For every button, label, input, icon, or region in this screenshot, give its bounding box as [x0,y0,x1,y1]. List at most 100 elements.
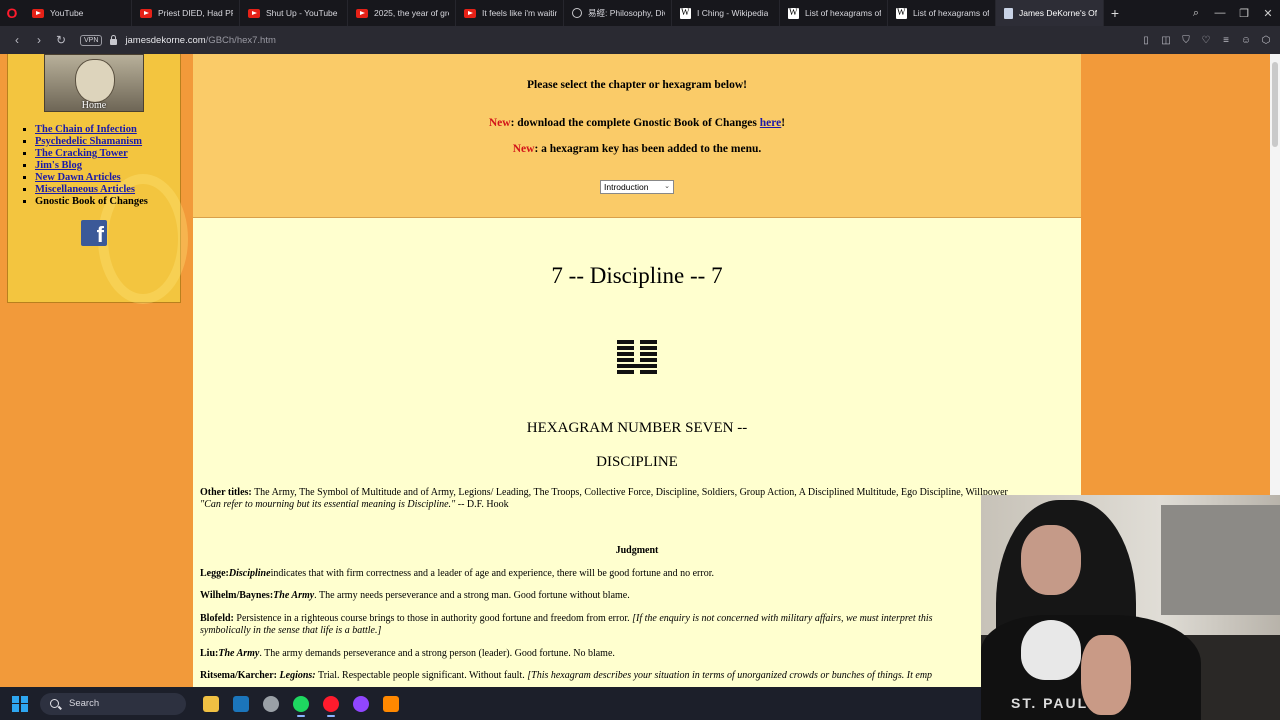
youtube-icon [356,8,368,18]
sidebar-item[interactable]: Miscellaneous Articles [35,184,148,196]
windows-taskbar: Search [0,687,981,720]
browser-tab[interactable]: 2025, the year of great le [348,0,456,26]
legge-source: Legge: [200,568,229,579]
lock-icon[interactable] [110,34,118,45]
youtube-icon [32,8,44,18]
tab-title: YouTube [50,8,84,18]
download-here-link[interactable]: here [760,117,782,129]
minimize-icon[interactable]: — [1208,7,1232,19]
opera-icon[interactable] [316,690,346,718]
legge-text: indicates that with firm correctness and… [270,568,714,579]
sidebar-toggle-icon[interactable]: ▯ [1140,35,1152,46]
hook-quote-line: "Can refer to mourning but its essential… [200,499,1078,511]
address-bar: ‹ › ↻ VPN jamesdekorne.com/GBCh/hex7.htm… [0,26,1280,54]
blofeld-note-continued: symbolically in the sense that life is a… [200,625,1078,637]
extensions-icon[interactable]: ⬡ [1260,35,1272,46]
back-icon[interactable]: ‹ [6,33,28,47]
vlc-icon[interactable] [376,690,406,718]
snapshot-icon[interactable]: ◫ [1160,35,1172,46]
opera-menu-icon[interactable]: O [0,0,24,26]
windows-start-icon[interactable] [12,695,28,712]
facebook-icon[interactable]: f [81,220,107,246]
browser-tab[interactable]: I Ching - Wikipedia [672,0,780,26]
liu-source: Liu: [200,648,219,659]
broken-line [617,370,657,374]
file-explorer-icon[interactable] [196,690,226,718]
browser-tab[interactable]: YouTube [24,0,132,26]
skull-graphic-icon [1021,620,1081,680]
youtube-icon [464,8,476,18]
tab-title: List of hexagrams of the [913,8,989,18]
solid-line [617,364,657,368]
download-end: ! [781,117,786,129]
blofeld-note-2: symbolically in the sense that life is a… [200,625,382,636]
legge-title: Discipline [228,568,271,579]
window-controls: ⌕ — ❐ ✕ [1184,0,1280,26]
ritsema-text: Trial. Respectable people significant. W… [315,670,528,681]
sidebar-link[interactable]: Psychedelic Shamanism [35,136,142,147]
wikipedia-icon [680,7,691,19]
ritsema-title: Legions: [279,670,316,681]
browser-tab[interactable]: List of hexagrams of the [780,0,888,26]
chrome-icon[interactable] [256,690,286,718]
spotify-icon[interactable] [286,690,316,718]
search-tabs-icon[interactable]: ⌕ [1184,7,1208,20]
wilhelm-paragraph: Wilhelm/Baynes:The Army. The army needs … [200,590,1078,602]
shield-icon[interactable]: ⛉ [1180,35,1192,46]
steam-icon[interactable] [226,690,256,718]
sidebar-item[interactable]: New Dawn Articles [35,172,148,184]
sidebar-item[interactable]: The Cracking Tower [35,148,148,160]
sidebar-link[interactable]: New Dawn Articles [35,172,121,183]
broken-line [617,340,657,344]
sidebar-item[interactable]: The Chain of Infection [35,124,148,136]
youtube-icon [248,8,260,18]
ritsema-source: Ritsema/Karcher: [200,670,278,681]
ritsema-paragraph: Ritsema/Karcher: Legions: Trial. Respect… [200,670,1078,682]
tab-title: Priest DIED, Had PROFOU [158,8,233,18]
address-tools: ▯ ◫ ⛉ ♡ ≡ ☺ ⬡ [1140,26,1272,54]
webcam-shelf [1161,505,1280,615]
sidebar-item[interactable]: Jim's Blog [35,160,148,172]
url-field[interactable]: jamesdekorne.com/GBCh/hex7.htm [125,35,276,46]
sidebar-item[interactable]: Psychedelic Shamanism [35,136,148,148]
browser-tab[interactable]: James DeKorne's Official V [996,0,1104,26]
browser-tab[interactable]: It feels like i'm waiting to [456,0,564,26]
blofeld-note: [If the enquiry is not concerned with mi… [632,613,933,624]
sidebar-link[interactable]: The Cracking Tower [35,148,128,159]
browser-tab[interactable]: List of hexagrams of the [888,0,996,26]
search-icon [50,699,59,708]
sidebar-link[interactable]: The Chain of Infection [35,124,137,135]
forward-icon[interactable]: › [28,33,50,47]
webcam-overlay: ST. PAULI [981,495,1280,720]
new-tab-button[interactable]: + [1104,5,1126,21]
vpn-badge[interactable]: VPN [80,34,103,46]
wilhelm-title: The Army [273,590,315,601]
sidebar-item: Gnostic Book of Changes [35,196,148,208]
browser-tab[interactable]: Shut Up - YouTube [240,0,348,26]
wilhelm-source: Wilhelm/Baynes: [200,590,274,601]
browser-tab[interactable]: 易經: Philosophy, Divinati [564,0,672,26]
blofeld-text: Persistence in a righteous course brings… [233,613,633,624]
sidebar-link[interactable]: Miscellaneous Articles [35,184,135,195]
hexagram-number: HEXAGRAM NUMBER SEVEN -- [526,420,748,436]
taskbar-search[interactable]: Search [40,692,186,715]
steam-icon-glyph [233,695,249,712]
restore-icon[interactable]: ❐ [1232,7,1256,20]
new-label: New [488,117,511,129]
reload-icon[interactable]: ↻ [50,33,72,47]
browser-tab[interactable]: Priest DIED, Had PROFOU [132,0,240,26]
sidebar-link[interactable]: Jim's Blog [35,160,82,171]
scroll-thumb[interactable] [1272,62,1278,147]
download-text: : download the complete Gnostic Book of … [510,117,760,129]
blofeld-source: Blofeld: [200,613,234,624]
hexagram-7-icon [617,340,657,377]
chapter-select[interactable]: Introduction ⌄ [600,180,674,194]
close-icon[interactable]: ✕ [1256,7,1280,20]
heart-icon[interactable]: ♡ [1200,35,1212,46]
profile-icon[interactable]: ☺ [1240,35,1252,46]
menu-icon[interactable]: ≡ [1220,35,1232,46]
twitch-icon[interactable] [346,690,376,718]
chapter-header: Please select the chapter or hexagram be… [193,54,1081,218]
home-portrait-link[interactable]: Home [44,54,144,112]
taskbar-search-label: Search [69,698,100,709]
